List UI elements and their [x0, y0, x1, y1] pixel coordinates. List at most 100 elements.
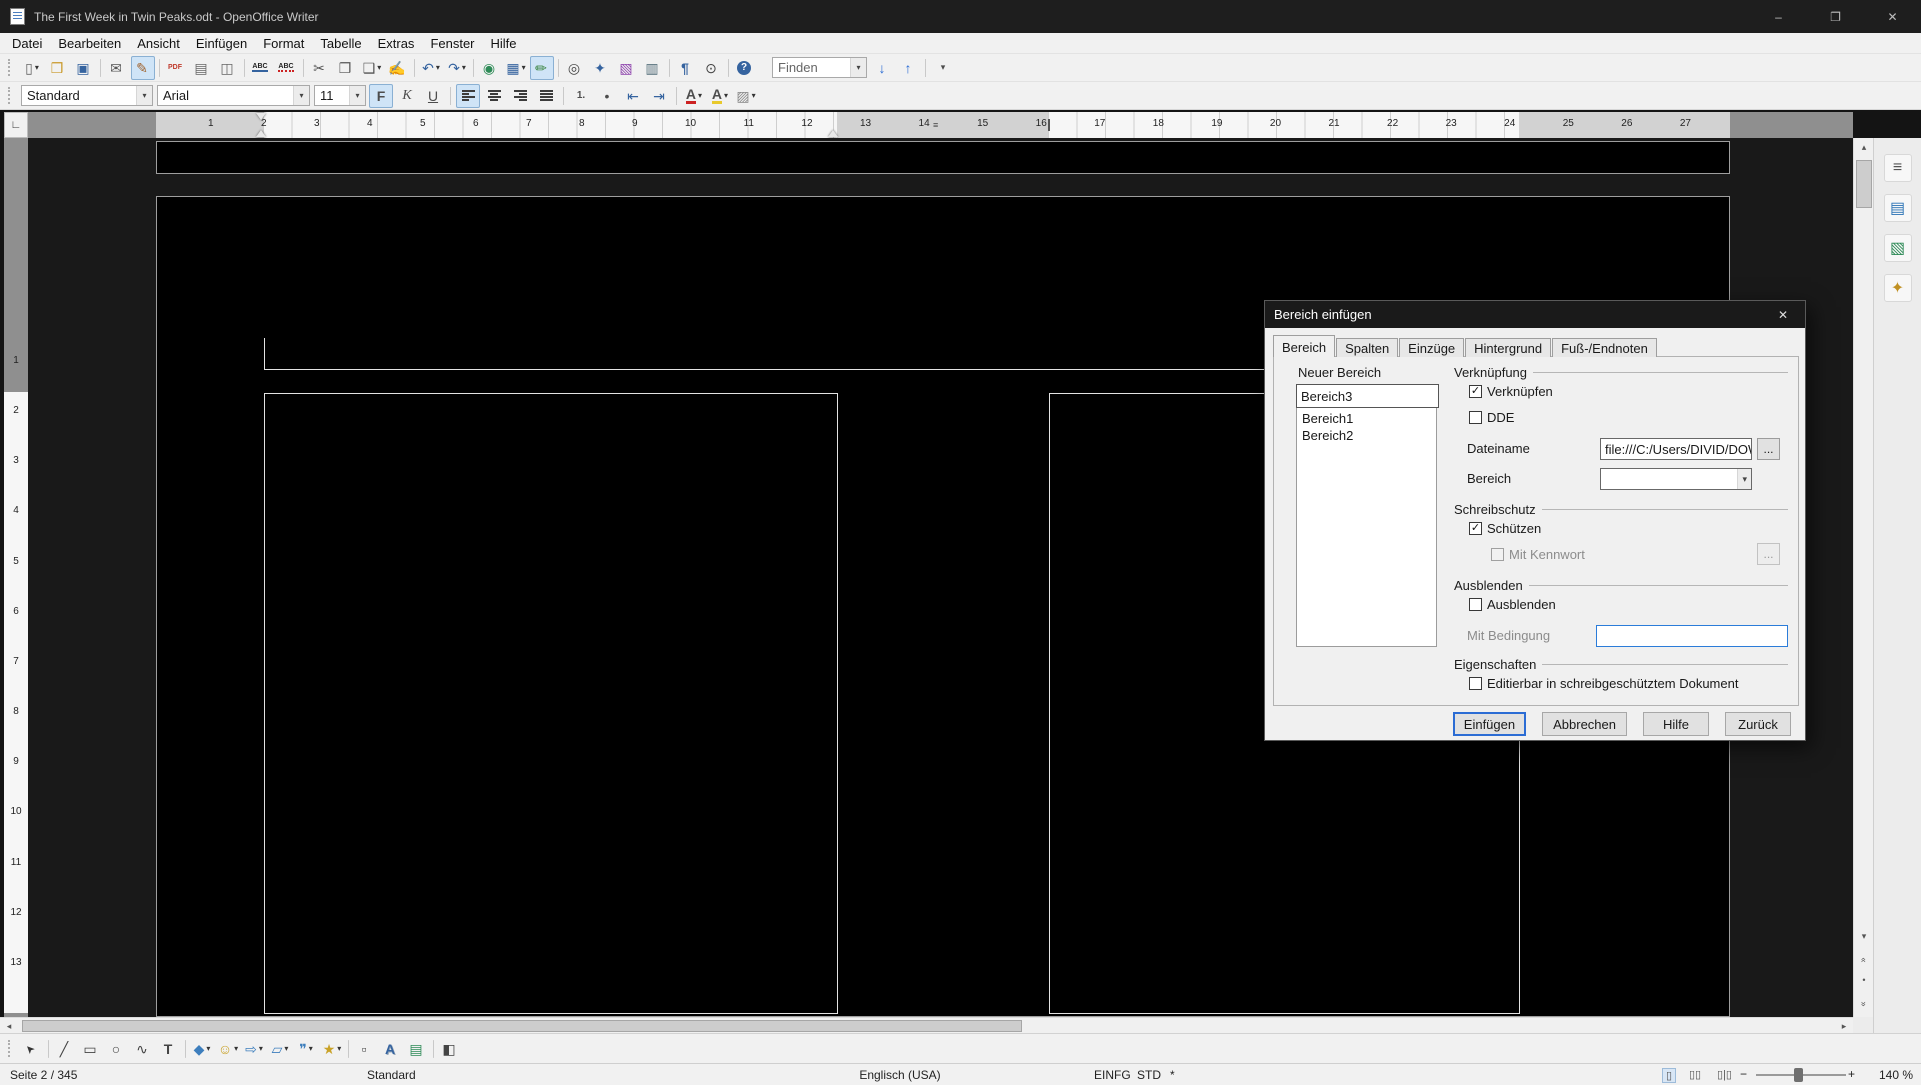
table-icon[interactable]: ▦▾: [504, 56, 528, 80]
dialog-title-bar[interactable]: Bereich einfügen ✕: [1265, 301, 1805, 328]
navigator-icon[interactable]: ✦: [589, 56, 613, 80]
menu-bearbeiten[interactable]: Bearbeiten: [50, 34, 129, 53]
insert-button[interactable]: Einfügen: [1453, 712, 1526, 736]
align-justify-button[interactable]: [534, 84, 558, 108]
cut-icon[interactable]: ✂: [308, 56, 332, 80]
navigator-panel-icon[interactable]: ✦: [1884, 274, 1912, 302]
numbering-button[interactable]: 1.: [569, 84, 593, 108]
restore-button[interactable]: ❐: [1807, 0, 1864, 33]
left-indent-marker[interactable]: [256, 130, 266, 137]
find-previous-button[interactable]: ↑: [896, 56, 920, 80]
zoom-slider-thumb[interactable]: [1794, 1068, 1803, 1082]
ruler-grip-icon[interactable]: ≡: [933, 120, 938, 130]
basic-shapes-icon[interactable]: ◆▾: [190, 1037, 214, 1061]
close-button[interactable]: ✕: [1864, 0, 1921, 33]
email-icon[interactable]: ✉: [105, 56, 129, 80]
menu-einfuegen[interactable]: Einfügen: [188, 34, 255, 53]
dialog-close-icon[interactable]: ✕: [1761, 301, 1805, 328]
new-document-icon[interactable]: ▯▾: [20, 56, 44, 80]
paragraph-style-select[interactable]: Standard ▾: [21, 85, 153, 106]
undo-icon[interactable]: ↶▾: [419, 56, 443, 80]
navigation-dot-icon[interactable]: •: [1854, 971, 1874, 989]
page-number-status[interactable]: Seite 2 / 345: [10, 1068, 77, 1082]
cancel-button[interactable]: Abbrechen: [1542, 712, 1627, 736]
next-page-icon[interactable]: »: [1855, 994, 1873, 1014]
auto-spellcheck-icon[interactable]: ABC: [275, 56, 299, 80]
help-icon[interactable]: ?: [733, 56, 757, 80]
find-next-button[interactable]: ↓: [870, 56, 894, 80]
chevron-down-icon[interactable]: ▾: [349, 86, 365, 105]
single-page-view-icon[interactable]: ▯: [1662, 1068, 1676, 1083]
find-replace-icon[interactable]: ◎: [563, 56, 587, 80]
chevron-down-icon[interactable]: ▾: [136, 86, 152, 105]
previous-page-icon[interactable]: «: [1855, 950, 1873, 970]
vertical-ruler[interactable]: 12345678910111213: [4, 138, 28, 1017]
font-name-select[interactable]: Arial ▾: [157, 85, 310, 106]
tab-type-selector[interactable]: ∟: [4, 112, 28, 138]
vertical-scrollbar[interactable]: ▴ ▾ « • »: [1853, 138, 1873, 1017]
callouts-icon[interactable]: ❞▾: [294, 1037, 318, 1061]
selection-mode-status[interactable]: STD: [1137, 1068, 1161, 1082]
redo-icon[interactable]: ↷▾: [445, 56, 469, 80]
scroll-down-icon[interactable]: ▾: [1854, 927, 1874, 945]
bold-button[interactable]: F: [369, 84, 393, 108]
tab-bereich[interactable]: Bereich: [1273, 335, 1335, 357]
align-right-button[interactable]: [508, 84, 532, 108]
toolbar-options-icon[interactable]: ▾: [931, 56, 955, 80]
section-name-input[interactable]: Bereich3: [1296, 384, 1439, 408]
filename-browse-button[interactable]: ...: [1757, 438, 1780, 460]
menu-tabelle[interactable]: Tabelle: [312, 34, 369, 53]
hyperlink-icon[interactable]: ◉: [478, 56, 502, 80]
multi-page-view-icon[interactable]: ▯▯: [1686, 1068, 1704, 1081]
edit-file-icon[interactable]: ✎: [131, 56, 155, 80]
protect-checkbox[interactable]: ✓ Schützen: [1469, 520, 1541, 536]
menu-hilfe[interactable]: Hilfe: [483, 34, 525, 53]
zoom-slider[interactable]: [1756, 1074, 1846, 1076]
scroll-up-icon[interactable]: ▴: [1854, 138, 1874, 156]
zoom-level[interactable]: 140 %: [1879, 1068, 1913, 1082]
italic-button[interactable]: K: [395, 84, 419, 108]
gallery-panel-icon[interactable]: ▧: [1884, 234, 1912, 262]
zoom-out-button[interactable]: −: [1740, 1067, 1747, 1081]
freeform-line-icon[interactable]: ∿: [131, 1037, 155, 1061]
password-checkbox[interactable]: Mit Kennwort: [1491, 546, 1585, 562]
editable-checkbox[interactable]: Editierbar in schreibgeschütztem Dokumen…: [1469, 675, 1738, 691]
condition-input[interactable]: [1596, 625, 1788, 647]
column-separator-marker[interactable]: [1048, 119, 1050, 131]
help-button[interactable]: Hilfe: [1643, 712, 1709, 736]
flowchart-icon[interactable]: ▱▾: [268, 1037, 292, 1061]
horizontal-scrollbar-thumb[interactable]: [22, 1020, 1022, 1032]
scroll-right-icon[interactable]: ▸: [1835, 1018, 1853, 1034]
symbol-shapes-icon[interactable]: ☺▾: [216, 1037, 240, 1061]
toolbar-handle[interactable]: [8, 87, 13, 104]
export-pdf-icon[interactable]: PDF: [164, 56, 188, 80]
rectangle-icon[interactable]: ▭: [79, 1037, 103, 1061]
bullets-button[interactable]: •: [595, 84, 619, 108]
print-icon[interactable]: ▤: [190, 56, 214, 80]
align-left-button[interactable]: [456, 84, 480, 108]
menu-fenster[interactable]: Fenster: [422, 34, 482, 53]
section-select[interactable]: ▾: [1600, 468, 1752, 490]
ellipse-icon[interactable]: ○: [105, 1037, 129, 1061]
background-color-button[interactable]: ▨▾: [734, 84, 758, 108]
section-list-item[interactable]: Bereich2: [1297, 427, 1436, 444]
find-input[interactable]: Finden ▾: [772, 57, 867, 78]
align-center-button[interactable]: [482, 84, 506, 108]
section-list-item[interactable]: Bereich1: [1297, 410, 1436, 427]
clone-formatting-icon[interactable]: ✍: [386, 56, 410, 80]
dde-checkbox[interactable]: DDE: [1469, 409, 1514, 425]
right-indent-marker[interactable]: [828, 130, 838, 137]
scroll-left-icon[interactable]: ◂: [0, 1018, 18, 1034]
password-browse-button[interactable]: ...: [1757, 543, 1780, 565]
horizontal-scrollbar[interactable]: ◂ ▸: [0, 1017, 1853, 1033]
gallery-icon[interactable]: ▧: [615, 56, 639, 80]
fontwork-icon[interactable]: A: [379, 1037, 403, 1061]
edit-points-icon[interactable]: ▫: [353, 1037, 377, 1061]
sidebar-menu-icon[interactable]: ≡: [1884, 154, 1912, 182]
properties-icon[interactable]: ▤: [1884, 194, 1912, 222]
menu-format[interactable]: Format: [255, 34, 312, 53]
zoom-icon[interactable]: ⊙: [700, 56, 724, 80]
select-icon[interactable]: ➤: [20, 1037, 44, 1061]
menu-extras[interactable]: Extras: [370, 34, 423, 53]
save-icon[interactable]: ▣: [72, 56, 96, 80]
